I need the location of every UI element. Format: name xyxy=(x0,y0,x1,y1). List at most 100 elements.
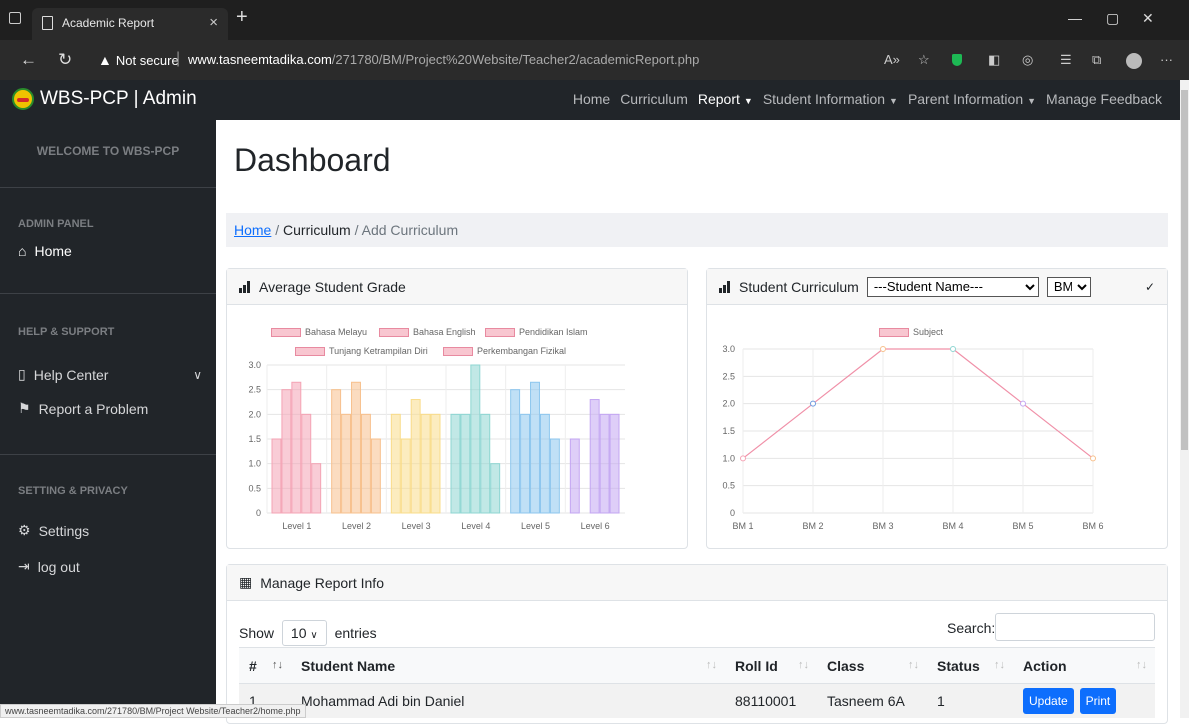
page-scrollbar[interactable] xyxy=(1180,80,1189,718)
update-button[interactable]: Update xyxy=(1023,687,1074,714)
sidebar-item-logout[interactable]: ⇥ log out xyxy=(18,558,80,575)
profile-icon[interactable] xyxy=(1126,53,1142,69)
bar xyxy=(520,413,531,514)
nav-report[interactable]: Report ▼ xyxy=(698,91,753,107)
cell-roll: 88110001 xyxy=(725,683,817,718)
collections-icon[interactable]: ⧉ xyxy=(1092,52,1101,68)
card-title: Student Curriculum xyxy=(739,278,859,295)
search-input[interactable] xyxy=(995,613,1155,641)
bar xyxy=(460,413,471,514)
sidebar-heading-admin: ADMIN PANEL xyxy=(18,218,94,230)
legend-item[interactable]: Tunjang Ketrampilan Diri xyxy=(295,346,428,356)
brand-logo-icon xyxy=(12,88,34,110)
browser-tab[interactable]: Academic Report × xyxy=(32,8,228,40)
bar xyxy=(341,413,352,514)
security-indicator[interactable]: ▲ Not secure xyxy=(98,52,179,68)
scrollbar-thumb[interactable] xyxy=(1181,90,1188,450)
legend-item[interactable]: Pendidikan Islam xyxy=(485,327,588,337)
close-tab-icon[interactable]: × xyxy=(209,14,218,31)
card-header: ▦ Manage Report Info xyxy=(227,565,1167,601)
refresh-icon[interactable]: ↻ xyxy=(58,50,72,70)
breadcrumb-home[interactable]: Home xyxy=(234,222,271,238)
bar xyxy=(470,364,481,514)
column-header-status[interactable]: Status ↑↓ xyxy=(927,647,1013,684)
column-header-roll[interactable]: Roll Id ↑↓ xyxy=(725,647,817,684)
sidebar-item-settings[interactable]: ⚙ Settings xyxy=(18,522,89,539)
legend-item[interactable]: Bahasa Melayu xyxy=(271,327,367,337)
y-tick-label: 0 xyxy=(256,508,261,518)
entries-control: Show 10 ∨ entries xyxy=(239,620,377,646)
print-button[interactable]: Print xyxy=(1079,687,1117,714)
minimize-icon[interactable]: — xyxy=(1068,10,1082,26)
y-tick-label: 1.5 xyxy=(722,426,735,436)
nav-home[interactable]: Home xyxy=(573,91,610,107)
collapse-chevron-icon[interactable]: ✓ xyxy=(1145,280,1155,294)
report-table-card: ▦ Manage Report Info Show 10 ∨ entries S… xyxy=(226,564,1168,724)
curriculum-line-chart: 0 0.5 1.0 1.5 2.0 2.5 3.0 BM 1 BM 2 BM 3 BM 4 BM 5 B… xyxy=(722,344,1103,531)
nav-manage-feedback[interactable]: Manage Feedback xyxy=(1046,91,1162,107)
sidebar-item-report-problem[interactable]: ⚑ Report a Problem xyxy=(18,400,148,417)
bar xyxy=(291,381,302,514)
browser-chrome: Academic Report × + — ▢ ✕ ← ↻ ▲ Not secur… xyxy=(0,0,1189,82)
extension-shield-icon[interactable] xyxy=(952,54,962,66)
y-tick-label: 1.0 xyxy=(248,459,261,469)
tab-bar: Academic Report × + — ▢ ✕ xyxy=(0,0,1189,40)
x-tick-label: BM 6 xyxy=(1082,521,1103,531)
maximize-icon[interactable]: ▢ xyxy=(1106,10,1119,27)
card-header: Average Student Grade xyxy=(227,269,687,305)
x-tick-label: BM 3 xyxy=(872,521,893,531)
legend-item[interactable]: Perkembangan Fizikal xyxy=(443,346,566,356)
window-menu-icon[interactable] xyxy=(9,12,21,24)
student-name-select[interactable]: ---Student Name--- xyxy=(866,276,1039,297)
nav-menu: Home Curriculum Report ▼ Student Informat… xyxy=(573,91,1162,107)
favorites-list-icon[interactable]: ☰ xyxy=(1060,52,1072,68)
tab-title: Academic Report xyxy=(62,16,155,30)
legend-item[interactable]: Bahasa English xyxy=(379,327,476,337)
bar xyxy=(450,413,461,514)
split-screen-icon[interactable]: ◎ xyxy=(1022,52,1033,68)
x-tick-label: Level 6 xyxy=(581,521,610,531)
grade-bar-chart: 0 0.5 1.0 1.5 2.0 2.5 3.0 Level 1 Level 2 Level 3… xyxy=(248,360,625,531)
back-icon[interactable]: ← xyxy=(20,50,37,70)
nav-student-information[interactable]: Student Information ▼ xyxy=(763,91,898,107)
entries-select[interactable]: 10 ∨ xyxy=(281,620,327,646)
column-header-name[interactable]: Student Name ↑↓ xyxy=(291,647,725,684)
column-header-class[interactable]: Class ↑↓ xyxy=(817,647,927,684)
breadcrumb-curriculum[interactable]: Curriculum xyxy=(283,222,351,238)
page-title: Dashboard xyxy=(234,142,391,178)
sidebar-item-help-center[interactable]: ▯ Help Center ∨ xyxy=(18,366,202,383)
top-navbar: WBS-PCP | Admin Home Curriculum Report ▼ … xyxy=(0,80,1180,120)
divider xyxy=(0,454,216,455)
y-tick-label: 0.5 xyxy=(248,483,261,493)
read-aloud-icon[interactable]: A» xyxy=(884,52,900,67)
new-tab-button[interactable]: + xyxy=(236,6,248,29)
close-window-icon[interactable]: ✕ xyxy=(1142,10,1154,27)
more-icon[interactable]: ··· xyxy=(1160,52,1173,67)
book-icon: ▯ xyxy=(18,366,26,382)
curriculum-chart-card: Student Curriculum ---Student Name--- BM… xyxy=(706,268,1168,549)
url-field[interactable]: www.tasneemtadika.com/271780/BM/Project%… xyxy=(188,52,699,67)
card-title: Manage Report Info xyxy=(260,574,384,591)
sidebar-welcome: WELCOME TO WBS-PCP xyxy=(36,144,180,158)
breadcrumb-current: Add Curriculum xyxy=(361,222,459,238)
extension-icon[interactable]: ◧ xyxy=(988,52,1000,68)
divider xyxy=(0,187,216,188)
nav-parent-information[interactable]: Parent Information ▼ xyxy=(908,91,1036,107)
bar xyxy=(569,438,580,514)
sidebar-heading-settings: SETTING & PRIVACY xyxy=(18,485,128,497)
column-header-no[interactable]: # ↑↓ xyxy=(239,647,291,684)
nav-curriculum[interactable]: Curriculum xyxy=(620,91,688,107)
favorite-icon[interactable]: ☆ xyxy=(918,52,930,68)
sidebar-item-home[interactable]: ⌂ Home xyxy=(18,243,72,259)
subject-select[interactable]: BM xyxy=(1046,276,1091,297)
x-tick-label: Level 1 xyxy=(282,521,311,531)
data-point xyxy=(1020,400,1026,407)
column-header-action[interactable]: Action ↑↓ xyxy=(1013,647,1155,684)
data-point xyxy=(1090,455,1096,462)
grade-chart-card: Average Student Grade Bahasa Melayu Baha… xyxy=(226,268,688,549)
x-tick-label: Level 3 xyxy=(402,521,431,531)
x-tick-label: BM 2 xyxy=(802,521,823,531)
bar xyxy=(281,389,292,514)
brand-title[interactable]: WBS-PCP | Admin xyxy=(40,88,197,110)
bar-chart-icon xyxy=(239,280,251,293)
